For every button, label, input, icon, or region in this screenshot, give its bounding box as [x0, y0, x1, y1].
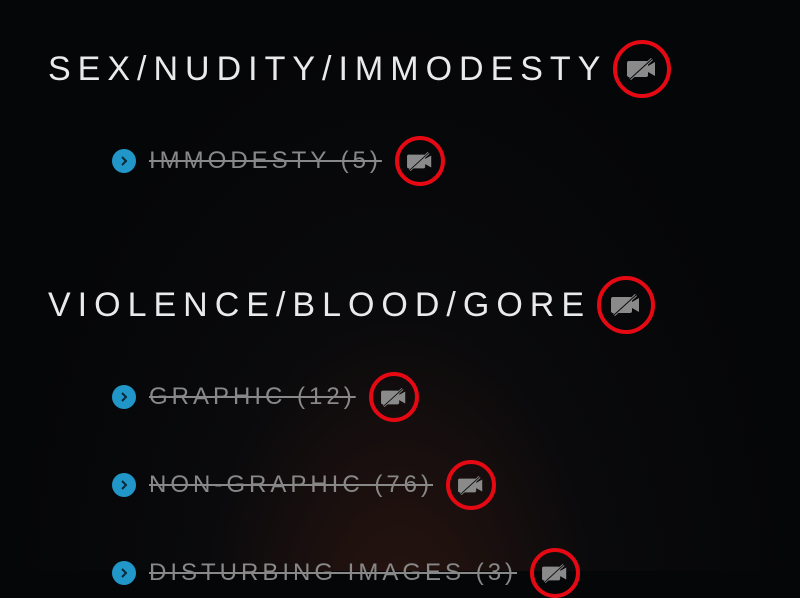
expand-button[interactable]: [112, 385, 136, 409]
sub-label: DISTURBING IMAGES (3): [149, 559, 517, 587]
filter-toggle[interactable]: [369, 372, 419, 422]
filter-toggle[interactable]: [597, 276, 655, 334]
filter-toggle[interactable]: [446, 460, 496, 510]
sub-label: IMMODESTY (5): [149, 147, 382, 175]
filter-toggle[interactable]: [395, 136, 445, 186]
section-header[interactable]: VIOLENCE/BLOOD/GORE: [48, 276, 800, 334]
filter-toggle[interactable]: [530, 548, 580, 598]
chevron-right-icon: [119, 392, 129, 402]
sub-item: GRAPHIC (12): [112, 372, 800, 422]
chevron-right-icon: [119, 568, 129, 578]
expand-button[interactable]: [112, 149, 136, 173]
highlight-circle: [530, 548, 580, 598]
highlight-circle: [613, 40, 671, 98]
filter-section: SEX/NUDITY/IMMODESTY IMMODESTY (5): [48, 40, 800, 186]
highlight-circle: [597, 276, 655, 334]
chevron-right-icon: [119, 156, 129, 166]
sub-label: NON-GRAPHIC (76): [149, 471, 433, 499]
section-title: VIOLENCE/BLOOD/GORE: [48, 286, 591, 325]
sub-items: GRAPHIC (12) NON-GRAPHIC (76): [112, 372, 800, 598]
filter-section: VIOLENCE/BLOOD/GORE GRAPHIC (12): [48, 276, 800, 598]
sub-item: IMMODESTY (5): [112, 136, 800, 186]
sub-item: NON-GRAPHIC (76): [112, 460, 800, 510]
expand-button[interactable]: [112, 473, 136, 497]
sub-label: GRAPHIC (12): [149, 383, 356, 411]
filter-toggle[interactable]: [613, 40, 671, 98]
highlight-circle: [446, 460, 496, 510]
chevron-right-icon: [119, 480, 129, 490]
section-header[interactable]: SEX/NUDITY/IMMODESTY: [48, 40, 800, 98]
section-title: SEX/NUDITY/IMMODESTY: [48, 50, 607, 89]
sub-item: DISTURBING IMAGES (3): [112, 548, 800, 598]
highlight-circle: [369, 372, 419, 422]
sub-items: IMMODESTY (5): [112, 136, 800, 186]
expand-button[interactable]: [112, 561, 136, 585]
highlight-circle: [395, 136, 445, 186]
